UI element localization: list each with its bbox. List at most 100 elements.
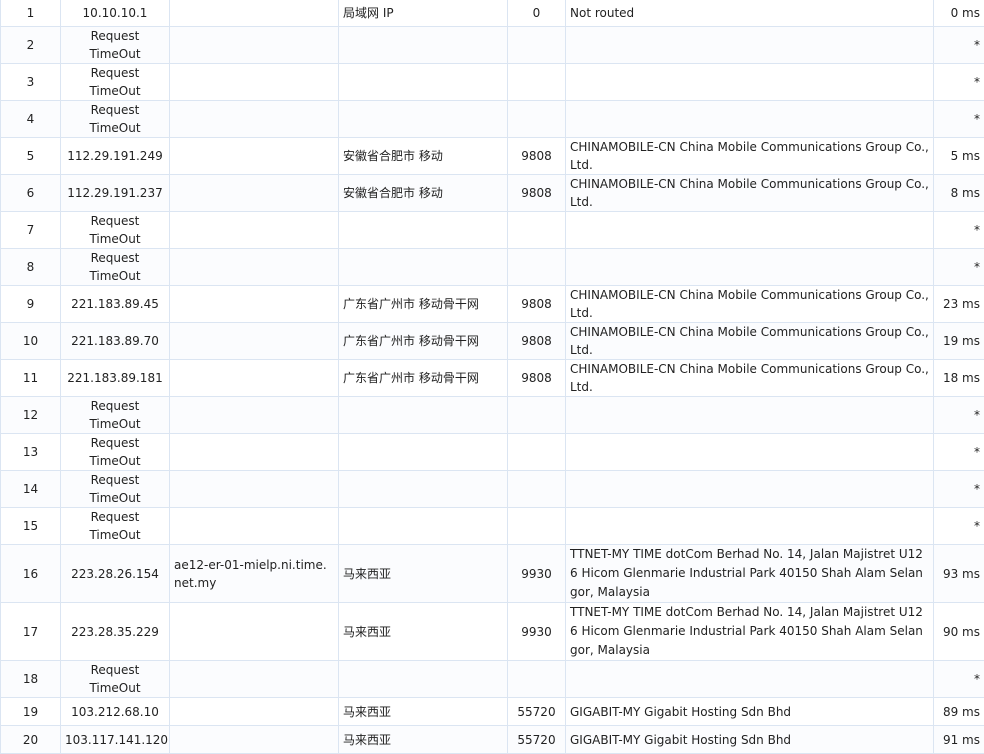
ip-address-cell: 103.117.141.120 — [61, 726, 170, 754]
hostname-cell — [170, 249, 339, 286]
ip-address-cell: Request TimeOut — [61, 101, 170, 138]
table-row: 13Request TimeOut* — [1, 434, 984, 471]
table-row: 3Request TimeOut* — [1, 64, 984, 101]
hop-number-cell: 4 — [1, 101, 61, 138]
latency-cell: * — [934, 661, 984, 698]
hostname-cell — [170, 471, 339, 508]
hostname-cell — [170, 0, 339, 27]
location-cell — [339, 508, 508, 545]
asn-cell: 0 — [508, 0, 566, 27]
location-cell — [339, 661, 508, 698]
hop-number-cell: 2 — [1, 27, 61, 64]
organization-cell: GIGABIT-MY Gigabit Hosting Sdn Bhd — [566, 698, 934, 726]
asn-cell: 9808 — [508, 175, 566, 212]
asn-cell: 9808 — [508, 360, 566, 397]
location-cell: 局域网 IP — [339, 0, 508, 27]
ip-address-cell: 10.10.10.1 — [61, 0, 170, 27]
hop-number-cell: 10 — [1, 323, 61, 360]
ip-address-cell: 103.212.68.10 — [61, 698, 170, 726]
organization-cell — [566, 27, 934, 64]
traceroute-rows: 110.10.10.1局域网 IP0Not routed0 ms2Request… — [1, 0, 984, 754]
hostname-cell — [170, 64, 339, 101]
table-row: 9221.183.89.45广东省广州市 移动骨干网9808CHINAMOBIL… — [1, 286, 984, 323]
hostname-cell — [170, 286, 339, 323]
ip-address-cell: 112.29.191.249 — [61, 138, 170, 175]
table-row: 11221.183.89.181 广东省广州市 移动骨干网9808CHINAMOB… — [1, 360, 984, 397]
asn-cell — [508, 101, 566, 138]
hop-number-cell: 16 — [1, 545, 61, 603]
table-row: 18Request TimeOut* — [1, 661, 984, 698]
table-row: 5112.29.191.249安徽省合肥市 移动9808CHINAMOBILE-… — [1, 138, 984, 175]
latency-cell: 19 ms — [934, 323, 984, 360]
hostname-cell — [170, 138, 339, 175]
latency-cell: * — [934, 471, 984, 508]
asn-cell — [508, 471, 566, 508]
hop-number-cell: 7 — [1, 212, 61, 249]
hostname-cell — [170, 698, 339, 726]
location-cell — [339, 27, 508, 64]
hostname-cell — [170, 661, 339, 698]
organization-cell — [566, 212, 934, 249]
ip-address-cell: Request TimeOut — [61, 212, 170, 249]
hop-number-cell: 12 — [1, 397, 61, 434]
table-row: 12Request TimeOut* — [1, 397, 984, 434]
hostname-cell — [170, 360, 339, 397]
ip-address-cell: Request TimeOut — [61, 397, 170, 434]
location-cell: 广东省广州市 移动骨干网 — [339, 360, 508, 397]
hostname-cell — [170, 434, 339, 471]
asn-cell — [508, 212, 566, 249]
asn-cell: 9808 — [508, 323, 566, 360]
latency-cell: 18 ms — [934, 360, 984, 397]
organization-cell: CHINAMOBILE-CN China Mobile Communicatio… — [566, 286, 934, 323]
location-cell: 马来西亚 — [339, 726, 508, 754]
asn-cell: 9930 — [508, 603, 566, 661]
hop-number-cell: 5 — [1, 138, 61, 175]
latency-cell: * — [934, 508, 984, 545]
asn-cell: 9808 — [508, 286, 566, 323]
asn-cell — [508, 397, 566, 434]
asn-cell: 9808 — [508, 138, 566, 175]
organization-cell: Not routed — [566, 0, 934, 27]
location-cell — [339, 212, 508, 249]
hop-number-cell: 3 — [1, 64, 61, 101]
organization-cell — [566, 64, 934, 101]
table-row: 110.10.10.1局域网 IP0Not routed0 ms — [1, 0, 984, 27]
hop-number-cell: 15 — [1, 508, 61, 545]
location-cell — [339, 471, 508, 508]
hop-number-cell: 18 — [1, 661, 61, 698]
organization-cell: TTNET-MY TIME dotCom Berhad No. 14, Jala… — [566, 603, 934, 661]
asn-cell — [508, 661, 566, 698]
ip-address-cell: Request TimeOut — [61, 27, 170, 64]
ip-address-cell: 221.183.89.181 — [61, 360, 170, 397]
organization-cell — [566, 397, 934, 434]
location-cell: 安徽省合肥市 移动 — [339, 138, 508, 175]
hop-number-cell: 19 — [1, 698, 61, 726]
latency-cell: * — [934, 101, 984, 138]
asn-cell — [508, 508, 566, 545]
ip-address-cell: 223.28.35.229 — [61, 603, 170, 661]
location-cell — [339, 101, 508, 138]
hop-number-cell: 11 — [1, 360, 61, 397]
organization-cell — [566, 101, 934, 138]
location-cell — [339, 249, 508, 286]
latency-cell: * — [934, 212, 984, 249]
ip-address-cell: 221.183.89.45 — [61, 286, 170, 323]
hostname-cell — [170, 323, 339, 360]
latency-cell: * — [934, 64, 984, 101]
asn-cell: 9930 — [508, 545, 566, 603]
hop-number-cell: 13 — [1, 434, 61, 471]
table-row: 20103.117.141.120马来西亚55720GIGABIT-MY Gig… — [1, 726, 984, 754]
organization-cell — [566, 434, 934, 471]
location-cell — [339, 434, 508, 471]
table-row: 19103.212.68.10马来西亚55720GIGABIT-MY Gigab… — [1, 698, 984, 726]
hop-number-cell: 20 — [1, 726, 61, 754]
table-row: 2Request TimeOut* — [1, 27, 984, 64]
table-row: 6112.29.191.237安徽省合肥市 移动9808CHINAMOBILE-… — [1, 175, 984, 212]
location-cell: 马来西亚 — [339, 603, 508, 661]
hostname-cell — [170, 603, 339, 661]
hop-number-cell: 9 — [1, 286, 61, 323]
organization-cell: CHINAMOBILE-CN China Mobile Communicatio… — [566, 360, 934, 397]
latency-cell: * — [934, 434, 984, 471]
hop-number-cell: 17 — [1, 603, 61, 661]
hostname-cell — [170, 101, 339, 138]
